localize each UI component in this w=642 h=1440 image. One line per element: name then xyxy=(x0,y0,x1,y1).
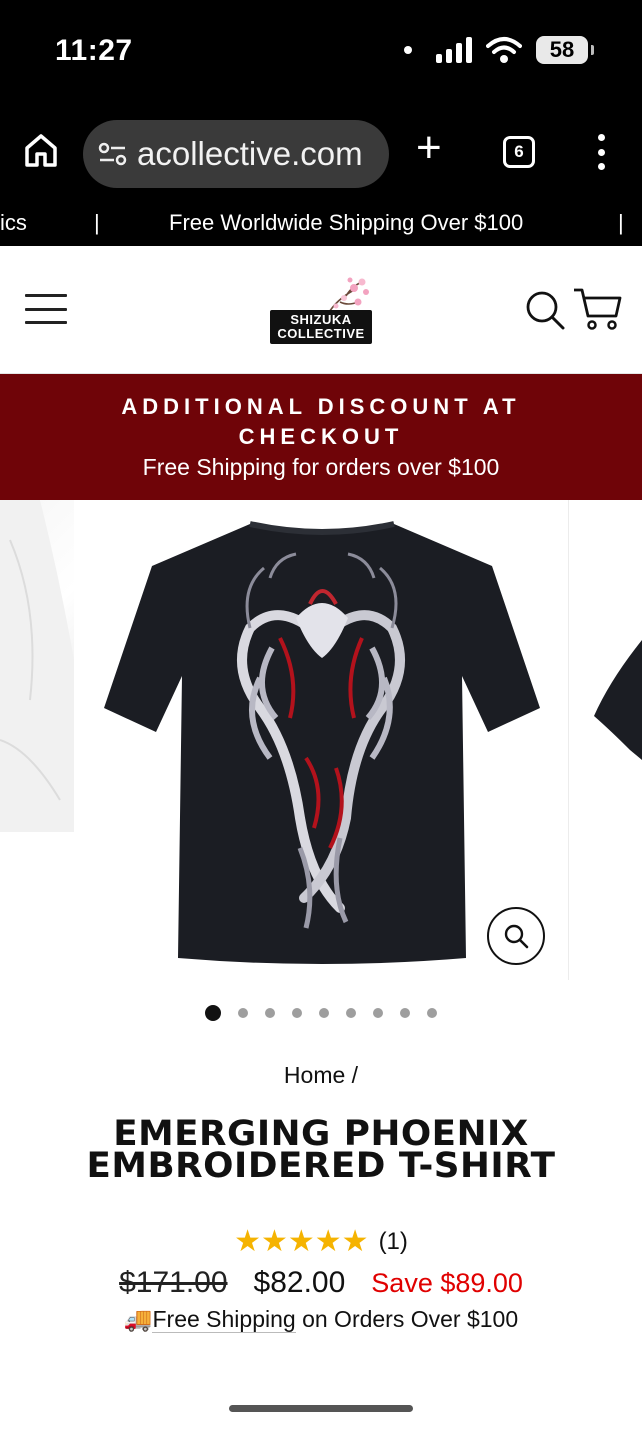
product-title: EMERGING PHOENIX EMBROIDERED T-SHIRT xyxy=(86,1114,556,1186)
site-settings-icon[interactable] xyxy=(97,140,129,168)
announcement-separator: | xyxy=(618,210,624,235)
status-bar: 11:27 58 xyxy=(0,0,642,104)
pagination-dot[interactable] xyxy=(205,1005,221,1021)
pagination-dot[interactable] xyxy=(319,1008,329,1018)
cellular-signal-icon xyxy=(436,37,472,63)
pagination-dot[interactable] xyxy=(265,1008,275,1018)
product-gallery[interactable] xyxy=(0,500,642,980)
cart-icon[interactable] xyxy=(572,286,622,332)
shipping-note-link[interactable]: Free Shipping xyxy=(152,1306,296,1333)
address-bar[interactable]: acollective.com xyxy=(83,120,389,188)
pagination-dot[interactable] xyxy=(400,1008,410,1018)
promo-banner: ADDITIONAL DISCOUNT AT CHECKOUT Free Shi… xyxy=(0,374,642,500)
product-rating[interactable]: ★★★★★ (1) xyxy=(0,1226,642,1258)
review-count[interactable]: (1) xyxy=(379,1228,408,1256)
announcement-bar: ics | Free Worldwide Shipping Over $100 … xyxy=(0,198,642,246)
pagination-dot[interactable] xyxy=(292,1008,302,1018)
next-image-peek[interactable] xyxy=(590,640,642,760)
announcement-fragment: ics xyxy=(0,210,27,235)
clock: 11:27 xyxy=(55,34,133,67)
logo-wordmark: SHIZUKA COLLECTIVE xyxy=(270,310,372,344)
star-rating-icon: ★★★★★ xyxy=(234,1225,369,1258)
promo-subtitle: Free Shipping for orders over $100 xyxy=(142,454,500,480)
site-logo[interactable]: SHIZUKA COLLECTIVE xyxy=(266,276,378,346)
logo-line-1: SHIZUKA xyxy=(290,312,352,327)
status-icons: 58 xyxy=(404,36,594,64)
pagination-dot[interactable] xyxy=(427,1008,437,1018)
site-header: SHIZUKA COLLECTIVE xyxy=(0,246,642,374)
wifi-icon xyxy=(486,37,522,63)
compare-at-price: $171.00 xyxy=(119,1266,228,1299)
slide-divider xyxy=(568,500,569,980)
sale-price: $82.00 xyxy=(253,1266,346,1299)
previous-image-peek[interactable] xyxy=(0,500,74,832)
url-text: acollective.com xyxy=(137,135,363,172)
privacy-dot-icon xyxy=(404,46,412,54)
pagination-dot[interactable] xyxy=(346,1008,356,1018)
promo-title: ADDITIONAL DISCOUNT AT CHECKOUT xyxy=(121,394,521,449)
pagination-dot[interactable] xyxy=(373,1008,383,1018)
gallery-pagination[interactable] xyxy=(0,1004,642,1022)
browser-menu-icon[interactable] xyxy=(596,134,606,170)
menu-icon[interactable] xyxy=(25,294,67,324)
battery-indicator: 58 xyxy=(536,36,594,64)
magnifier-icon xyxy=(504,924,529,949)
pagination-dot[interactable] xyxy=(238,1008,248,1018)
truck-icon: 🚚 xyxy=(123,1306,153,1332)
savings-badge: Save $89.00 xyxy=(371,1268,523,1298)
logo-line-2: COLLECTIVE xyxy=(277,326,365,341)
price-block: $171.00 $82.00 Save $89.00 xyxy=(0,1266,642,1300)
home-indicator[interactable] xyxy=(229,1405,413,1412)
tab-switcher-button[interactable]: 6 xyxy=(503,136,535,168)
new-tab-button[interactable]: + xyxy=(416,126,442,170)
zoom-button[interactable] xyxy=(487,907,545,965)
announcement-separator: | xyxy=(94,210,100,235)
search-icon[interactable] xyxy=(525,290,565,330)
browser-toolbar: acollective.com + 6 xyxy=(0,104,642,198)
home-icon[interactable] xyxy=(24,132,58,168)
announcement-text[interactable]: Free Worldwide Shipping Over $100 xyxy=(169,210,523,236)
shipping-note-text: on Orders Over $100 xyxy=(295,1306,519,1332)
shipping-note: 🚚Free Shipping on Orders Over $100 xyxy=(0,1306,642,1333)
breadcrumb[interactable]: Home / xyxy=(0,1062,642,1089)
product-image[interactable] xyxy=(100,518,545,968)
